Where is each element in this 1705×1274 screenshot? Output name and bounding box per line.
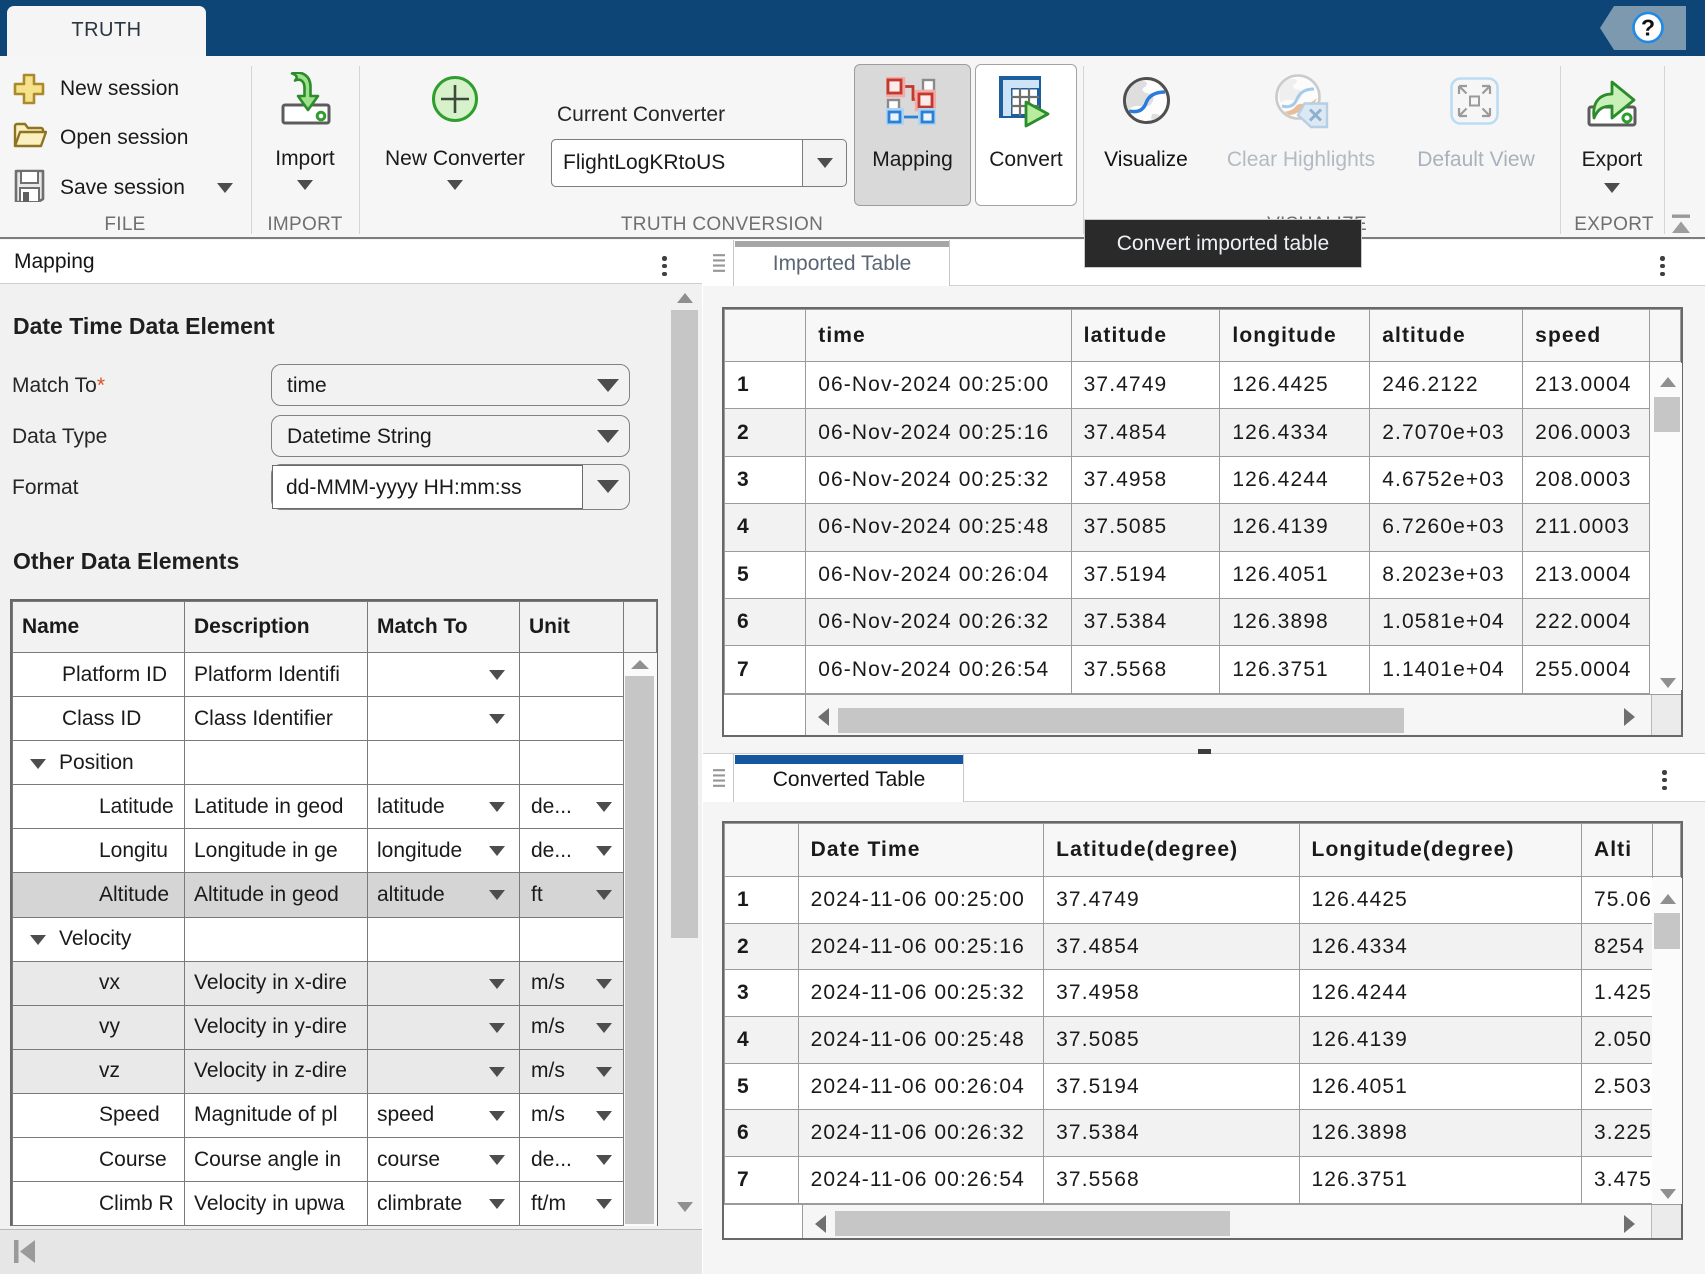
svg-text:?: ? bbox=[1641, 15, 1655, 41]
